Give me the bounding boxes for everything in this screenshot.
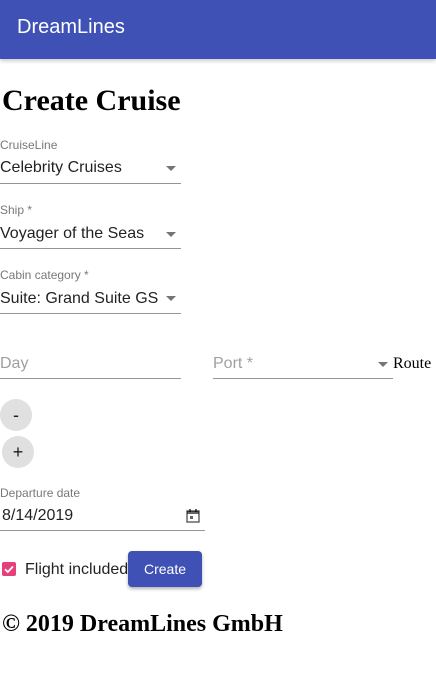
day-placeholder: Day bbox=[0, 355, 29, 372]
flight-included-checkbox[interactable] bbox=[2, 562, 16, 576]
app-title: DreamLines bbox=[17, 16, 125, 38]
cabin-category-label: Cabin category * bbox=[0, 268, 89, 282]
cabin-category-select[interactable]: Cabin category * Suite: Grand Suite GS bbox=[0, 268, 181, 315]
cruise-line-label: CruiseLine bbox=[0, 138, 58, 152]
checkmark-icon bbox=[4, 565, 14, 574]
day-underline bbox=[0, 378, 181, 379]
departure-date-label: Departure date bbox=[0, 486, 81, 500]
remove-route-button[interactable]: - bbox=[0, 399, 32, 431]
cabin-category-underline bbox=[0, 313, 181, 314]
chevron-down-icon bbox=[166, 232, 176, 237]
departure-date-value: 8/14/2019 bbox=[2, 507, 74, 524]
cruise-line-select[interactable]: CruiseLine Celebrity Cruises bbox=[0, 138, 181, 185]
cabin-category-value: Suite: Grand Suite GS bbox=[0, 290, 159, 307]
departure-date-underline bbox=[0, 530, 205, 531]
chevron-down-icon bbox=[166, 166, 176, 171]
ship-select[interactable]: Ship * Voyager of the Seas bbox=[0, 203, 181, 250]
flight-included-label[interactable]: Flight included bbox=[25, 561, 128, 579]
footer-copyright: © 2019 DreamLines GmbH bbox=[2, 611, 283, 637]
cruise-line-value: Celebrity Cruises bbox=[0, 159, 122, 176]
ship-label: Ship * bbox=[0, 203, 33, 217]
chevron-down-icon bbox=[378, 362, 388, 367]
add-route-button[interactable]: + bbox=[2, 436, 34, 468]
route-label: Route bbox=[393, 355, 432, 372]
cruise-line-underline bbox=[0, 183, 181, 184]
app-bar: DreamLines bbox=[0, 0, 436, 59]
ship-underline bbox=[0, 248, 181, 249]
day-input[interactable]: Day bbox=[0, 354, 181, 380]
port-underline bbox=[213, 378, 393, 379]
port-placeholder: Port * bbox=[213, 355, 254, 372]
create-button[interactable]: Create bbox=[128, 551, 202, 587]
calendar-icon[interactable] bbox=[186, 509, 200, 523]
port-select[interactable]: Port * bbox=[213, 354, 393, 380]
ship-value: Voyager of the Seas bbox=[0, 225, 145, 242]
page-title: Create Cruise bbox=[2, 84, 181, 117]
chevron-down-icon bbox=[166, 296, 176, 301]
